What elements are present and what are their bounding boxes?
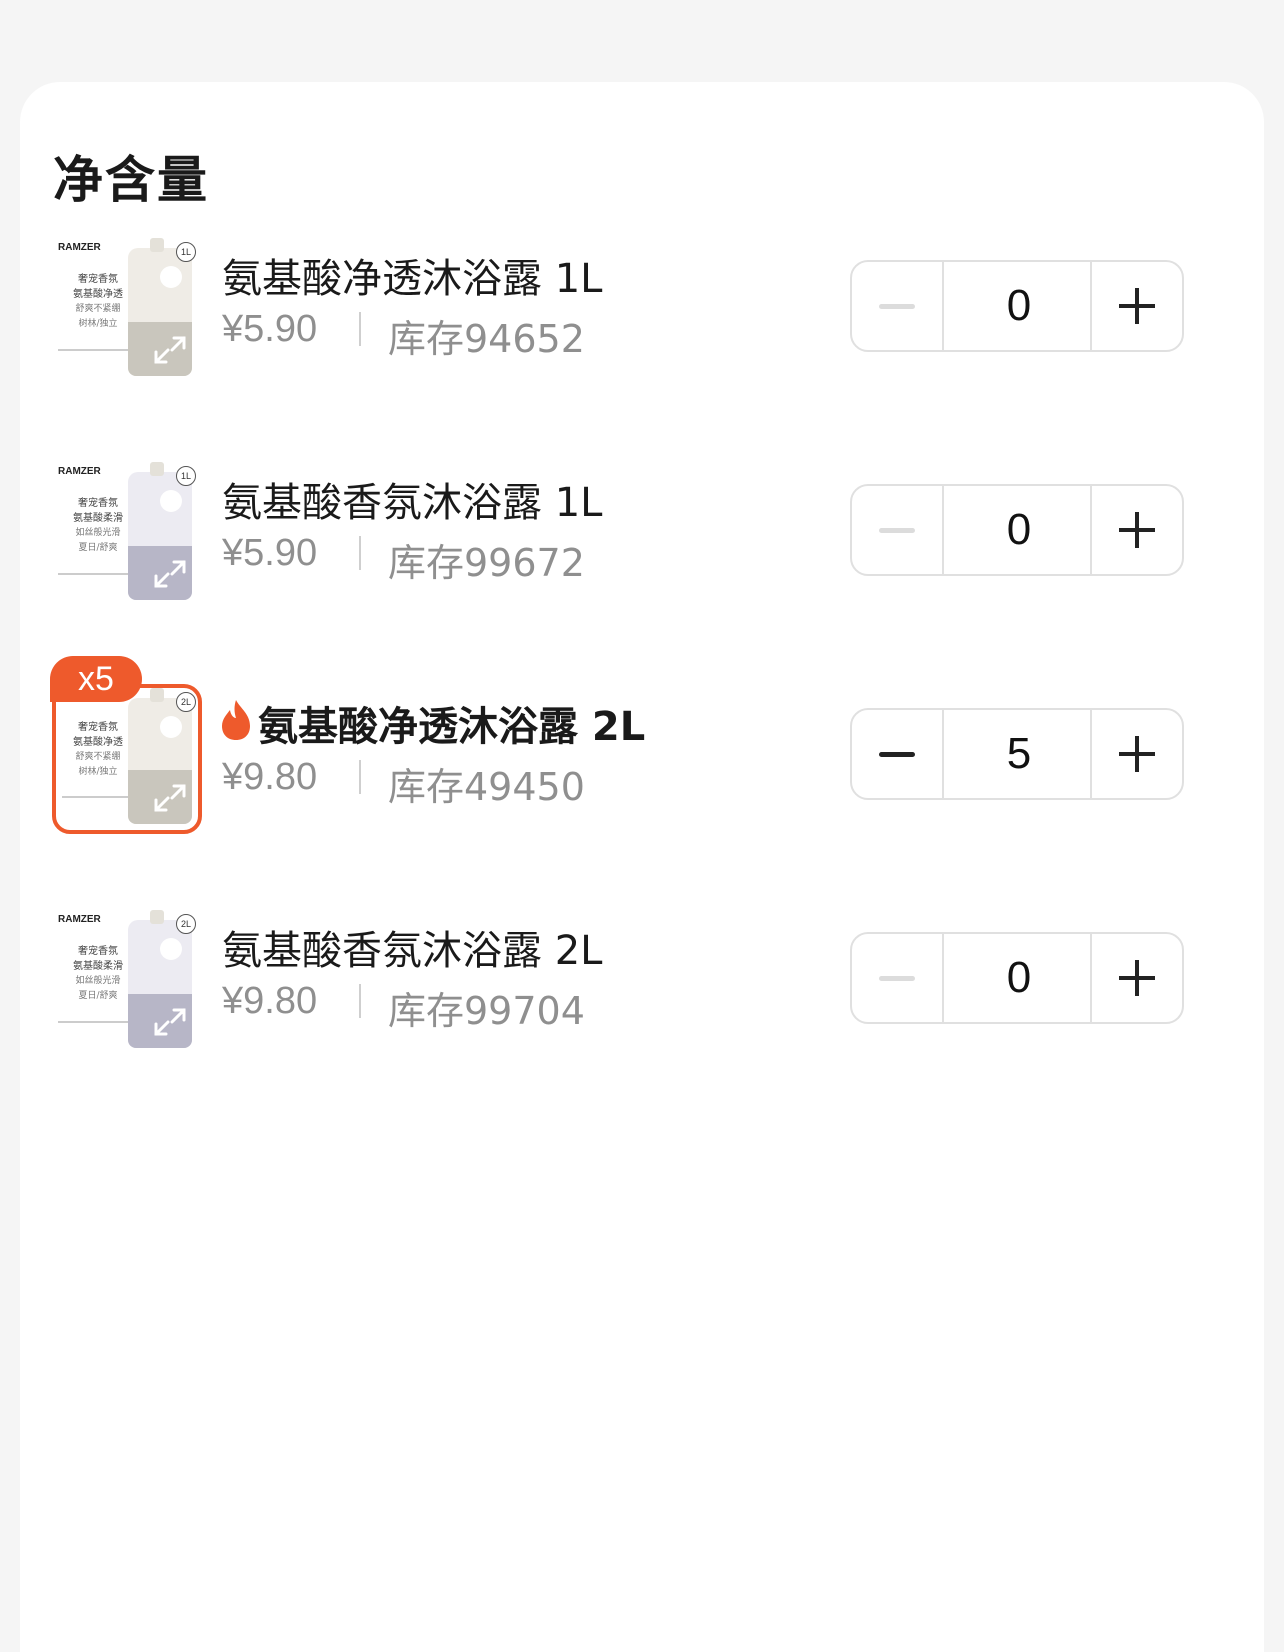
quantity-value[interactable]: 0 (944, 262, 1094, 350)
increment-button[interactable] (1090, 934, 1182, 1022)
divider (359, 536, 361, 570)
price: ¥5.90 (222, 532, 318, 574)
thumbnail-caption: 奢宠香氛 氨基酸柔滑 如丝般光滑 夏日/舒爽 (73, 946, 123, 1001)
size-badge: 2L (176, 692, 196, 712)
quantity-value[interactable]: 5 (944, 710, 1094, 798)
quantity-stepper: 5 (850, 708, 1184, 800)
thumbnail-caption: 奢宠香氛 氨基酸柔滑 如丝般光滑 夏日/舒爽 (73, 498, 123, 553)
stock-count: 库存49450 (388, 765, 585, 809)
size-badge: 1L (176, 466, 196, 486)
quantity-stepper: 0 (850, 932, 1184, 1024)
minus-icon (879, 976, 915, 981)
thumbnail-caption: 奢宠香氛 氨基酸净透 舒爽不紧绷 树林/独立 (73, 274, 123, 329)
fire-icon (222, 700, 250, 740)
product-name: 氨基酸香氛沐浴露 1L (222, 480, 603, 526)
decrement-button[interactable] (852, 710, 944, 798)
section-title: 净含量 (53, 151, 209, 209)
stock-count: 库存99672 (388, 541, 585, 585)
thumbnail-footline (58, 1021, 128, 1023)
brand-logo: RAMZER (58, 466, 101, 477)
product-thumbnail[interactable]: 奢宠香氛 氨基酸净透 舒爽不紧绷 树林/独立 2L (52, 684, 202, 834)
decrement-button[interactable] (852, 934, 944, 1022)
stock-count: 库存99704 (388, 989, 585, 1033)
thumbnail-footline (62, 796, 132, 798)
product-thumbnail[interactable]: RAMZER 奢宠香氛 氨基酸净透 舒爽不紧绷 树林/独立 1L (52, 236, 202, 386)
product-name: 氨基酸香氛沐浴露 2L (222, 928, 603, 974)
product-name: 氨基酸净透沐浴露 2L (258, 704, 646, 750)
quantity-value[interactable]: 0 (944, 934, 1094, 1022)
increment-button[interactable] (1090, 262, 1182, 350)
divider (359, 984, 361, 1018)
size-badge: 1L (176, 242, 196, 262)
thumbnail-footline (58, 573, 128, 575)
price: ¥9.80 (222, 756, 318, 798)
expand-icon[interactable] (148, 330, 192, 370)
product-name: 氨基酸净透沐浴露 1L (222, 256, 603, 302)
quantity-stepper: 0 (850, 260, 1184, 352)
quantity-value[interactable]: 0 (944, 486, 1094, 574)
product-thumbnail[interactable]: RAMZER 奢宠香氛 氨基酸柔滑 如丝般光滑 夏日/舒爽 1L (52, 460, 202, 610)
increment-button[interactable] (1090, 486, 1182, 574)
size-badge: 2L (176, 914, 196, 934)
minus-icon (879, 752, 915, 757)
expand-icon[interactable] (148, 778, 192, 818)
price: ¥5.90 (222, 308, 318, 350)
increment-button[interactable] (1090, 710, 1182, 798)
product-thumbnail[interactable]: RAMZER 奢宠香氛 氨基酸柔滑 如丝般光滑 夏日/舒爽 2L (52, 908, 202, 1058)
brand-logo: RAMZER (58, 914, 101, 925)
brand-logo: RAMZER (58, 242, 101, 253)
decrement-button[interactable] (852, 262, 944, 350)
stock-count: 库存94652 (388, 317, 585, 361)
thumbnail-footline (58, 349, 128, 351)
sku-row[interactable]: RAMZER 奢宠香氛 氨基酸净透 舒爽不紧绷 树林/独立 1L 氨基酸净透沐浴露 … (0, 236, 1284, 406)
divider (359, 312, 361, 346)
expand-icon[interactable] (148, 554, 192, 594)
quantity-tag: x5 (50, 656, 142, 702)
divider (359, 760, 361, 794)
quantity-stepper: 0 (850, 484, 1184, 576)
sku-row[interactable]: RAMZER 奢宠香氛 氨基酸柔滑 如丝般光滑 夏日/舒爽 1L 氨基酸香氛沐浴露 … (0, 460, 1284, 630)
expand-icon[interactable] (148, 1002, 192, 1042)
sku-row-selected[interactable]: 奢宠香氛 氨基酸净透 舒爽不紧绷 树林/独立 2L x5 氨基酸净透沐浴露 2L ¥… (0, 656, 1284, 854)
thumbnail-caption: 奢宠香氛 氨基酸净透 舒爽不紧绷 树林/独立 (73, 722, 123, 777)
minus-icon (879, 304, 915, 309)
sku-row[interactable]: RAMZER 奢宠香氛 氨基酸柔滑 如丝般光滑 夏日/舒爽 2L 氨基酸香氛沐浴露 … (0, 908, 1284, 1078)
price: ¥9.80 (222, 980, 318, 1022)
decrement-button[interactable] (852, 486, 944, 574)
minus-icon (879, 528, 915, 533)
